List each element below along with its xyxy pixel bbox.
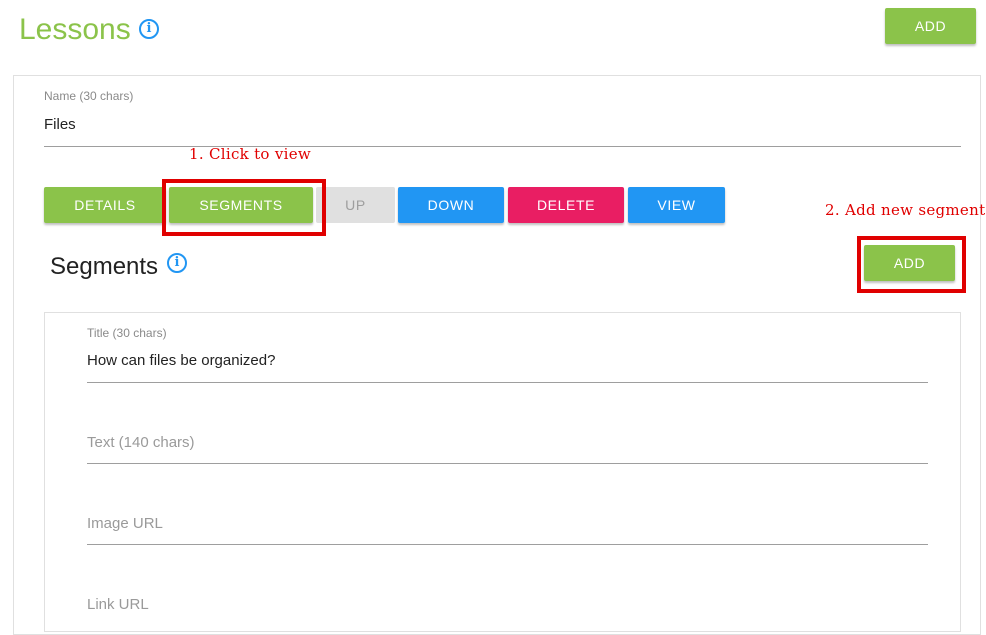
details-button[interactable]: DETAILS: [44, 187, 166, 223]
name-field-underline: [44, 146, 961, 147]
segments-info-icon[interactable]: i: [167, 253, 187, 273]
title-field-underline: [87, 382, 928, 383]
annotation-box-add: [857, 236, 966, 293]
text-field-underline: [87, 463, 928, 464]
image-url-field[interactable]: Image URL: [87, 515, 163, 532]
add-lesson-button[interactable]: ADD: [885, 8, 976, 44]
text-field[interactable]: Text (140 chars): [87, 434, 195, 451]
annotation-box-segments: [162, 179, 326, 236]
link-url-field[interactable]: Link URL: [87, 596, 149, 613]
down-button[interactable]: DOWN: [398, 187, 504, 223]
delete-button[interactable]: DELETE: [508, 187, 624, 223]
title-field[interactable]: How can files be organized?: [87, 352, 275, 369]
image-url-field-underline: [87, 544, 928, 545]
page-title: Lessons: [19, 13, 131, 46]
segments-heading: Segments: [50, 253, 159, 280]
title-field-label: Title (30 chars): [87, 326, 167, 340]
annotation-step2: 2. Add new segment: [825, 201, 986, 219]
name-field-label: Name (30 chars): [44, 89, 134, 103]
view-button[interactable]: VIEW: [628, 187, 725, 223]
info-icon[interactable]: i: [139, 19, 159, 39]
up-button[interactable]: UP: [316, 187, 395, 223]
annotation-step1: 1. Click to view: [189, 145, 312, 163]
name-field[interactable]: Files: [44, 116, 76, 133]
